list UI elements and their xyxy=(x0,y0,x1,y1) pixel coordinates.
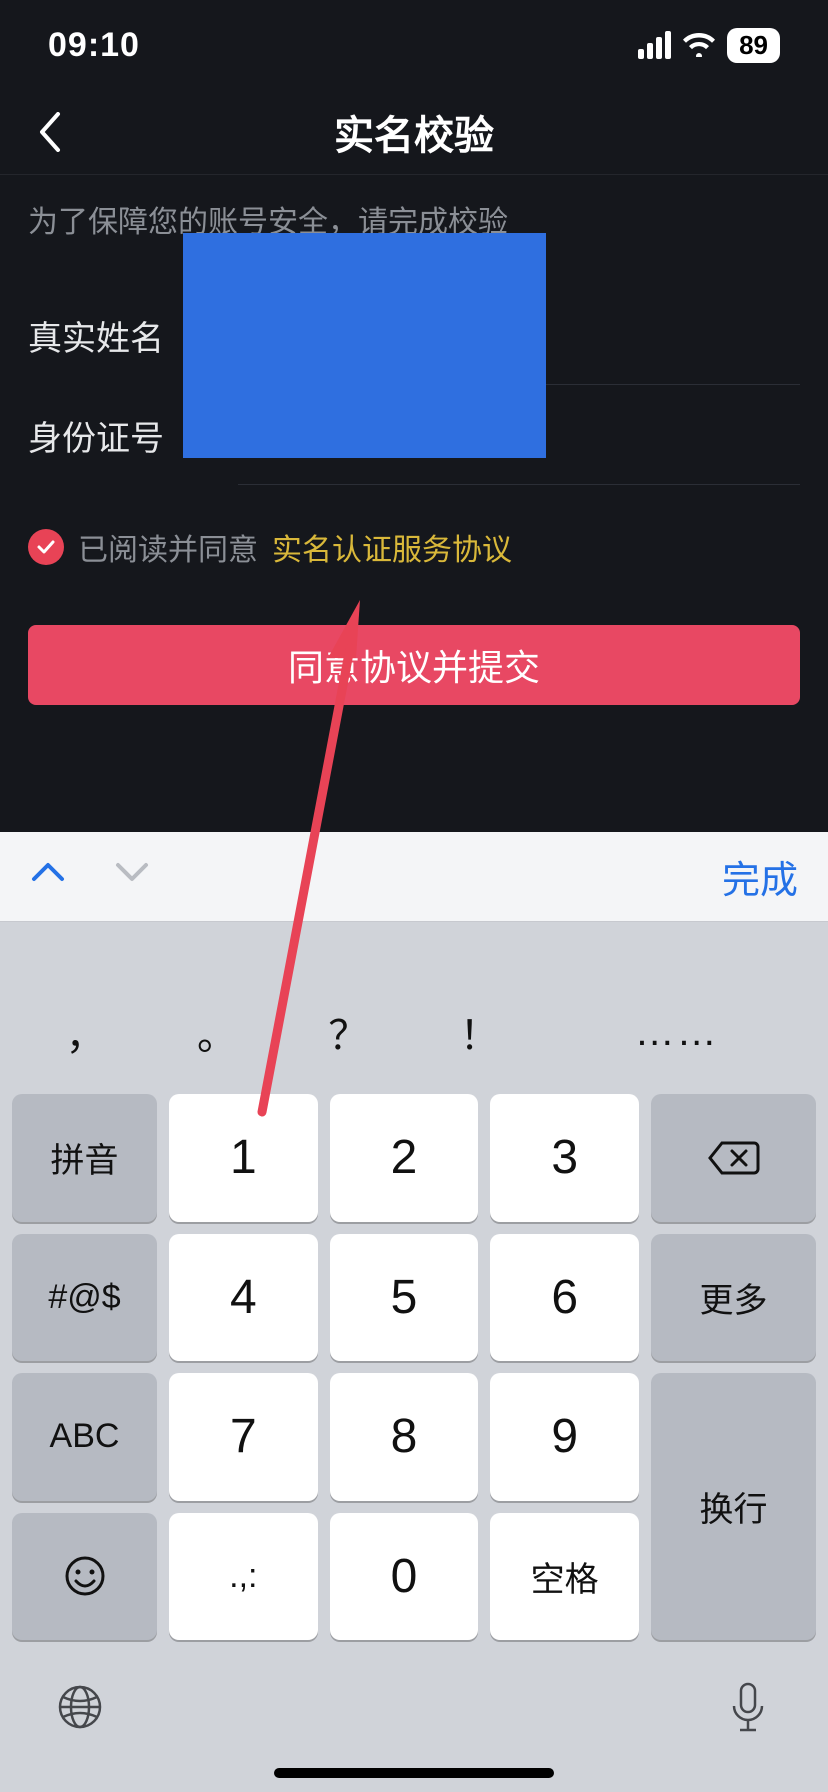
key-6[interactable]: 6 xyxy=(490,1234,639,1362)
key-7[interactable]: 7 xyxy=(169,1373,318,1501)
keyboard-mic-button[interactable] xyxy=(718,1677,778,1737)
key-emoji[interactable] xyxy=(12,1513,157,1641)
redaction-overlay xyxy=(183,233,546,458)
chevron-left-icon xyxy=(38,112,62,152)
key-0[interactable]: 0 xyxy=(330,1513,479,1641)
keyboard-globe-button[interactable] xyxy=(50,1677,110,1737)
wifi-icon xyxy=(683,33,715,57)
key-comma[interactable]: ， xyxy=(20,1003,151,1061)
microphone-icon xyxy=(728,1680,768,1734)
agreement-prefix: 已阅读并同意 xyxy=(78,525,258,569)
submit-button-label: 同意协议并提交 xyxy=(288,639,540,691)
agreement-link[interactable]: 实名认证服务协议 xyxy=(272,525,512,569)
key-return[interactable]: 换行 xyxy=(651,1373,816,1640)
battery-indicator: 89 xyxy=(727,28,780,63)
key-more[interactable]: 更多 xyxy=(651,1234,816,1362)
key-9[interactable]: 9 xyxy=(490,1373,639,1501)
home-indicator[interactable] xyxy=(274,1768,554,1778)
chevron-down-icon xyxy=(114,859,150,885)
key-question[interactable]: ？ xyxy=(283,1003,414,1061)
key-2[interactable]: 2 xyxy=(330,1094,479,1222)
cellular-signal-icon xyxy=(638,31,671,59)
keyboard-next-field[interactable] xyxy=(114,859,150,895)
key-ellipsis[interactable]: …… xyxy=(545,1010,808,1055)
chevron-up-icon xyxy=(30,859,66,885)
agreement-checkbox[interactable] xyxy=(28,529,64,565)
key-exclaim[interactable]: ！ xyxy=(414,1003,545,1061)
status-bar: 09:10 89 xyxy=(0,0,828,90)
emoji-icon xyxy=(63,1554,107,1598)
submit-button[interactable]: 同意协议并提交 xyxy=(28,625,800,705)
status-time: 09:10 xyxy=(48,26,140,65)
nav-bar: 实名校验 xyxy=(0,90,828,175)
backspace-icon xyxy=(708,1139,760,1177)
key-period[interactable]: 。 xyxy=(151,1003,282,1061)
keyboard-done-button[interactable]: 完成 xyxy=(722,849,798,904)
key-5[interactable]: 5 xyxy=(330,1234,479,1362)
key-abc[interactable]: ABC xyxy=(12,1373,157,1501)
keyboard: 完成 ， 。 ？ ！ …… 拼音 1 2 3 #@$ 4 5 6 更多 ABC … xyxy=(0,832,828,1792)
key-backspace[interactable] xyxy=(651,1094,816,1222)
check-icon xyxy=(36,537,56,557)
page-title: 实名校验 xyxy=(334,103,494,161)
keyboard-punct-row: ， 。 ？ ！ …… xyxy=(0,982,828,1082)
key-4[interactable]: 4 xyxy=(169,1234,318,1362)
keyboard-prev-field[interactable] xyxy=(30,859,66,895)
status-indicators: 89 xyxy=(638,28,780,63)
keyboard-spacer xyxy=(0,922,828,982)
globe-icon xyxy=(55,1682,105,1732)
battery-percent: 89 xyxy=(735,30,772,61)
keyboard-accessory-bar: 完成 xyxy=(0,832,828,922)
key-symbols[interactable]: #@$ xyxy=(12,1234,157,1362)
key-1[interactable]: 1 xyxy=(169,1094,318,1222)
key-dot-comma-colon[interactable]: .,: xyxy=(169,1513,318,1641)
key-3[interactable]: 3 xyxy=(490,1094,639,1222)
key-8[interactable]: 8 xyxy=(330,1373,479,1501)
key-pinyin[interactable]: 拼音 xyxy=(12,1094,157,1222)
back-button[interactable] xyxy=(20,102,80,162)
keyboard-grid: 拼音 1 2 3 #@$ 4 5 6 更多 ABC 7 8 9 换行 xyxy=(0,1082,828,1652)
key-space[interactable]: 空格 xyxy=(490,1513,639,1641)
agreement-row: 已阅读并同意 实名认证服务协议 xyxy=(0,485,828,597)
